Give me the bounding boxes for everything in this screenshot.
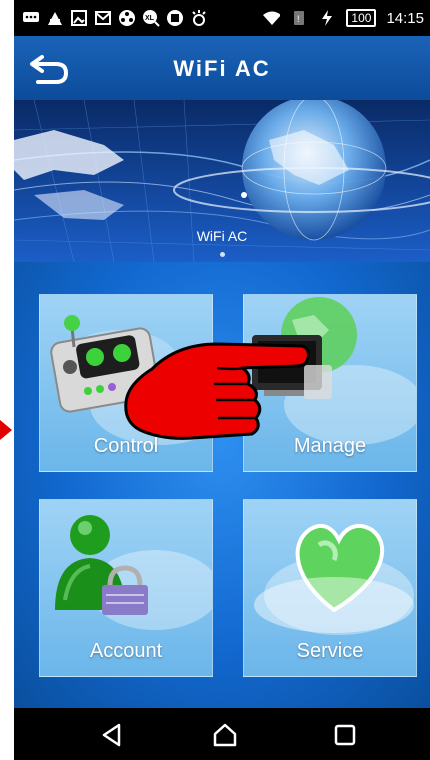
pointing-hand-icon	[124, 342, 310, 440]
status-bar: XL ! 100 14:15	[14, 0, 430, 36]
app-header: WiFi AC	[14, 36, 430, 100]
sim-icon: !	[290, 9, 308, 27]
red-pointer-icon	[0, 420, 12, 440]
brightness-icon	[190, 9, 208, 27]
banner-image[interactable]: WiFi AC	[14, 100, 430, 262]
wifi-icon	[262, 9, 281, 27]
phone-screen: XL ! 100 14:15 WiFi AC WiFi AC Control M…	[14, 0, 430, 760]
mail-icon	[94, 9, 112, 27]
clock: 14:15	[386, 9, 424, 27]
navigation-bar	[14, 708, 430, 760]
film-icon	[118, 9, 136, 27]
home-icon[interactable]	[212, 722, 238, 748]
account-label: Account	[89, 640, 163, 662]
back-triangle-icon[interactable]	[99, 722, 125, 748]
page-indicator-dot	[220, 252, 225, 257]
service-label: Service	[296, 640, 364, 662]
account-tile[interactable]: Account	[39, 499, 213, 677]
charging-icon	[318, 9, 336, 27]
menu-grid: Control Manage Account Service	[14, 262, 430, 708]
xl-icon: XL	[142, 9, 160, 27]
message-icon	[22, 9, 40, 27]
battery-saver-icon	[166, 9, 184, 27]
svg-text:XL: XL	[145, 15, 155, 22]
svg-text:!: !	[297, 14, 300, 24]
app-title: WiFi AC	[173, 56, 271, 81]
battery-level: 100	[346, 9, 377, 27]
recents-icon[interactable]	[332, 722, 358, 748]
gallery-icon	[70, 9, 88, 27]
banner-caption: WiFi AC	[196, 228, 248, 244]
photo-icon	[46, 9, 64, 27]
service-tile[interactable]: Service	[243, 499, 417, 677]
